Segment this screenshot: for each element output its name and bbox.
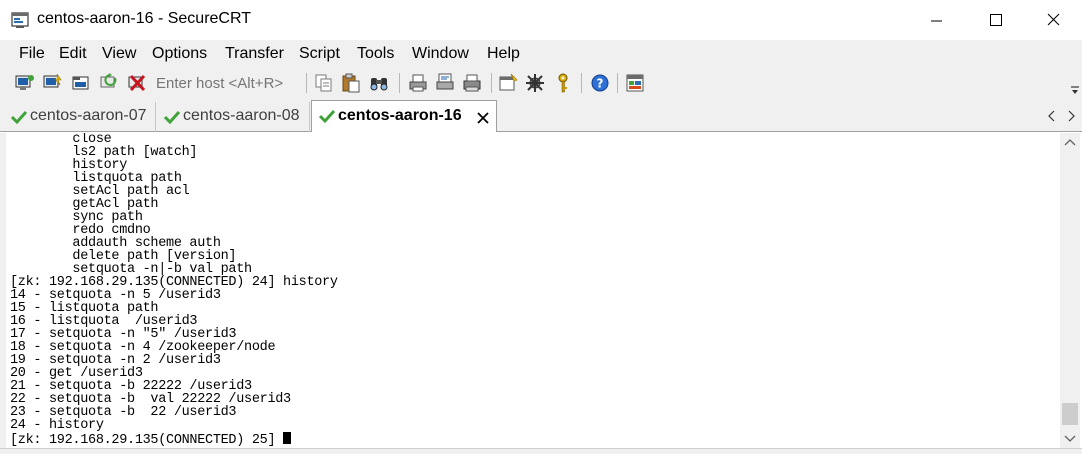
menu-view[interactable]: View: [102, 45, 136, 63]
terminal-output[interactable]: close ls2 path [watch] history listquota…: [6, 133, 1060, 448]
minimize-button[interactable]: [915, 0, 965, 40]
terminal-cursor: [283, 432, 292, 444]
menu-bar: File Edit View Options Transfer Script T…: [0, 40, 1082, 68]
toolbar-separator: [581, 73, 582, 93]
menu-file[interactable]: File: [19, 45, 45, 63]
toolbar-separator: [491, 73, 492, 93]
terminal-scrollbar[interactable]: [1060, 133, 1080, 448]
print-icon[interactable]: [407, 72, 429, 94]
find-icon[interactable]: [368, 72, 390, 94]
menu-tools[interactable]: Tools: [357, 45, 394, 63]
tab-label: centos-aaron-08: [183, 107, 300, 124]
paste-icon[interactable]: [340, 72, 362, 94]
session-manager-icon[interactable]: [624, 72, 646, 94]
tab-scroll-right-icon[interactable]: [1066, 110, 1076, 122]
close-window-button[interactable]: [1028, 0, 1078, 40]
toolbar-separator: [399, 73, 400, 93]
window-title: centos-aaron-16 - SecureCRT: [37, 10, 252, 27]
disconnect-icon[interactable]: [126, 72, 148, 94]
session-tab-bar: centos-aaron-07 centos-aaron-08 centos-a…: [0, 100, 1082, 132]
close-tab-icon[interactable]: [477, 112, 489, 124]
maximize-button[interactable]: [970, 0, 1020, 40]
scrollbar-thumb[interactable]: [1062, 403, 1078, 425]
securecrt-app-icon[interactable]: [11, 11, 29, 29]
menu-options[interactable]: Options: [152, 45, 207, 63]
toolbar-separator: [617, 73, 618, 93]
tab-scroll-left-icon[interactable]: [1047, 110, 1057, 122]
menu-transfer[interactable]: Transfer: [225, 45, 284, 63]
toolbar-separator: [306, 73, 307, 93]
menu-edit[interactable]: Edit: [59, 45, 87, 63]
copy-icon[interactable]: [313, 72, 335, 94]
tab-centos-aaron-16[interactable]: centos-aaron-16: [311, 100, 497, 132]
connect-icon[interactable]: [14, 72, 36, 94]
maximize-icon: [990, 14, 1002, 26]
connected-check-icon: [11, 110, 27, 124]
reconnect-icon[interactable]: [98, 72, 120, 94]
menu-window[interactable]: Window: [412, 45, 469, 63]
key-icon[interactable]: [552, 72, 574, 94]
toolbar-overflow-icon[interactable]: [1070, 84, 1080, 96]
menu-script[interactable]: Script: [299, 45, 340, 63]
enter-host-input[interactable]: [152, 71, 298, 95]
tab-centos-aaron-07[interactable]: centos-aaron-07: [4, 102, 156, 132]
connected-check-icon: [319, 109, 335, 123]
tab-centos-aaron-08[interactable]: centos-aaron-08: [157, 102, 310, 132]
tab-label: centos-aaron-16: [338, 107, 462, 124]
close-icon: [1047, 13, 1060, 26]
scroll-up-icon[interactable]: [1060, 133, 1080, 153]
terminal-line: 24 - history: [10, 418, 104, 433]
scroll-down-icon[interactable]: [1060, 428, 1080, 448]
menu-help[interactable]: Help: [487, 45, 520, 63]
global-options-icon[interactable]: [524, 72, 546, 94]
minimize-icon: [931, 20, 942, 22]
title-bar: centos-aaron-16 - SecureCRT: [0, 0, 1082, 40]
session-options-icon[interactable]: [497, 72, 519, 94]
tab-label: centos-aaron-07: [30, 107, 147, 124]
terminal-prompt: [zk: 192.168.29.135(CONNECTED) 25]: [10, 433, 284, 448]
terminal-text: close ls2 path [watch] history listquota…: [10, 133, 338, 447]
print-selection-icon[interactable]: [434, 72, 456, 94]
print-setup-icon[interactable]: [461, 72, 483, 94]
svg-text:?: ?: [597, 77, 604, 91]
window-bottom-edge: [0, 448, 1082, 454]
connected-check-icon: [164, 110, 180, 124]
connect-in-tab-icon[interactable]: [70, 72, 92, 94]
toolbar: ?: [0, 68, 1082, 100]
quick-connect-icon[interactable]: [42, 72, 64, 94]
help-icon[interactable]: ?: [589, 72, 611, 94]
